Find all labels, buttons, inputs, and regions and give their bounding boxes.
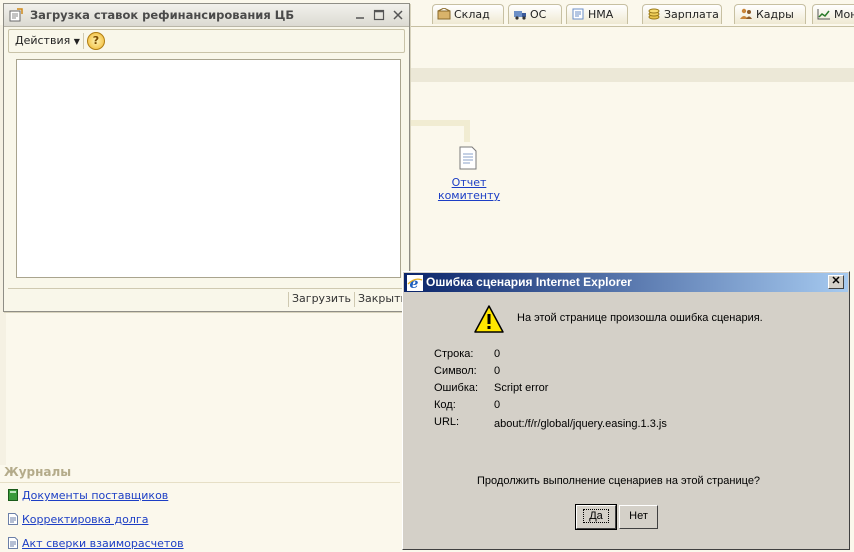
section-tabs: Склад ОС НМА Зарплата Кадры Мон <box>408 0 854 26</box>
book-icon <box>8 489 18 501</box>
close-icon <box>393 10 403 20</box>
tab-label: ОС <box>530 8 547 21</box>
close-icon: ✕ <box>831 275 841 287</box>
ie-script-error-dialog: e Ошибка сценария Internet Explorer ✕ На… <box>402 271 850 550</box>
tab-label: Кадры <box>756 8 794 21</box>
button-separator <box>354 292 355 307</box>
yes-label: Да <box>583 509 609 523</box>
refinancing-rates-window: Загрузка ставок рефинансирования ЦБ Дейс… <box>3 3 410 312</box>
tab-salary[interactable]: Зарплата <box>642 4 722 24</box>
field-value-error: Script error <box>494 382 549 394</box>
form-command-bar: Загрузить Закрыть <box>8 288 407 311</box>
coins-icon <box>648 8 660 20</box>
journal-link[interactable]: Документы поставщиков <box>22 489 168 502</box>
no-button[interactable]: Нет <box>619 505 658 529</box>
field-value-url: about:/f/r/global/jquery.easing.1.3.js <box>494 418 667 430</box>
tab-sklad[interactable]: Склад <box>432 4 504 24</box>
section-header-band <box>408 68 854 82</box>
field-label-char: Символ: <box>434 365 477 377</box>
journal-link[interactable]: Корректировка долга <box>22 513 148 526</box>
close-window-button[interactable] <box>391 8 405 22</box>
journal-item[interactable]: Документы поставщиков <box>8 488 168 504</box>
maximize-button[interactable] <box>372 8 386 22</box>
tab-os[interactable]: ОС <box>508 4 562 24</box>
tab-label: Мон <box>834 8 854 21</box>
chart-icon <box>817 9 830 20</box>
field-label-error: Ошибка: <box>434 382 479 394</box>
window-title: Загрузка ставок рефинансирования ЦБ <box>30 8 295 22</box>
button-separator <box>288 292 289 307</box>
report-icon[interactable] <box>458 146 478 170</box>
nma-icon <box>572 8 584 20</box>
field-value-code: 0 <box>494 399 501 411</box>
warning-icon <box>474 305 504 333</box>
load-button[interactable]: Загрузить <box>292 292 351 305</box>
help-button[interactable]: ? <box>87 32 105 50</box>
chevron-down-icon: ▼ <box>73 37 80 46</box>
tab-kadry[interactable]: Кадры <box>734 4 806 24</box>
field-label-line: Строка: <box>434 348 474 360</box>
people-icon <box>740 8 752 19</box>
internet-explorer-icon: e <box>407 275 423 291</box>
truck-icon <box>514 11 526 20</box>
field-label-url: URL: <box>434 416 460 428</box>
report-link[interactable]: Отчет комитенту <box>434 176 504 202</box>
continue-question: Продолжить выполнение сценариев на этой … <box>477 475 761 487</box>
minimize-button[interactable] <box>353 8 367 22</box>
document-icon <box>8 513 18 525</box>
tab-nma[interactable]: НМА <box>566 4 628 24</box>
toolbar-separator <box>83 33 84 49</box>
form-toolbar: Действия ▼ ? <box>8 29 405 53</box>
field-label-code: Код: <box>434 399 456 411</box>
field-value-line: 0 <box>494 348 501 360</box>
form-icon <box>9 8 23 22</box>
close-button[interactable]: Закрыть <box>358 292 407 305</box>
tab-label: НМА <box>588 8 614 21</box>
field-value-char: 0 <box>494 365 501 377</box>
tab-monitor[interactable]: Мон <box>812 4 854 24</box>
divider <box>0 482 400 483</box>
error-message: На этой странице произошла ошибка сценар… <box>517 312 763 324</box>
tab-label: Склад <box>454 8 490 21</box>
window-titlebar[interactable]: Загрузка ставок рефинансирования ЦБ <box>4 4 409 27</box>
tabs-divider <box>408 26 854 27</box>
diagram-connector <box>464 120 470 142</box>
actions-menu[interactable]: Действия ▼ <box>15 34 80 47</box>
warehouse-icon <box>437 8 451 20</box>
diagram-connector <box>408 120 470 126</box>
journal-link[interactable]: Акт сверки взаиморасчетов <box>22 537 184 550</box>
journals-title: Журналы <box>4 465 72 479</box>
journals-panel: Журналы Документы поставщиков Корректиро… <box>0 462 400 550</box>
dialog-title: Ошибка сценария Internet Explorer <box>426 275 632 289</box>
tab-label: Зарплата <box>664 8 719 21</box>
maximize-icon <box>373 9 385 21</box>
form-content-area <box>16 59 401 278</box>
dialog-titlebar[interactable]: e Ошибка сценария Internet Explorer ✕ <box>404 273 848 292</box>
actions-label: Действия <box>15 34 71 47</box>
document-icon <box>8 537 18 549</box>
dialog-close-button[interactable]: ✕ <box>828 275 844 289</box>
yes-button[interactable]: Да <box>575 504 617 530</box>
minimize-icon <box>356 17 364 19</box>
journal-item[interactable]: Корректировка долга <box>8 512 148 528</box>
svg-text:e: e <box>410 276 419 291</box>
